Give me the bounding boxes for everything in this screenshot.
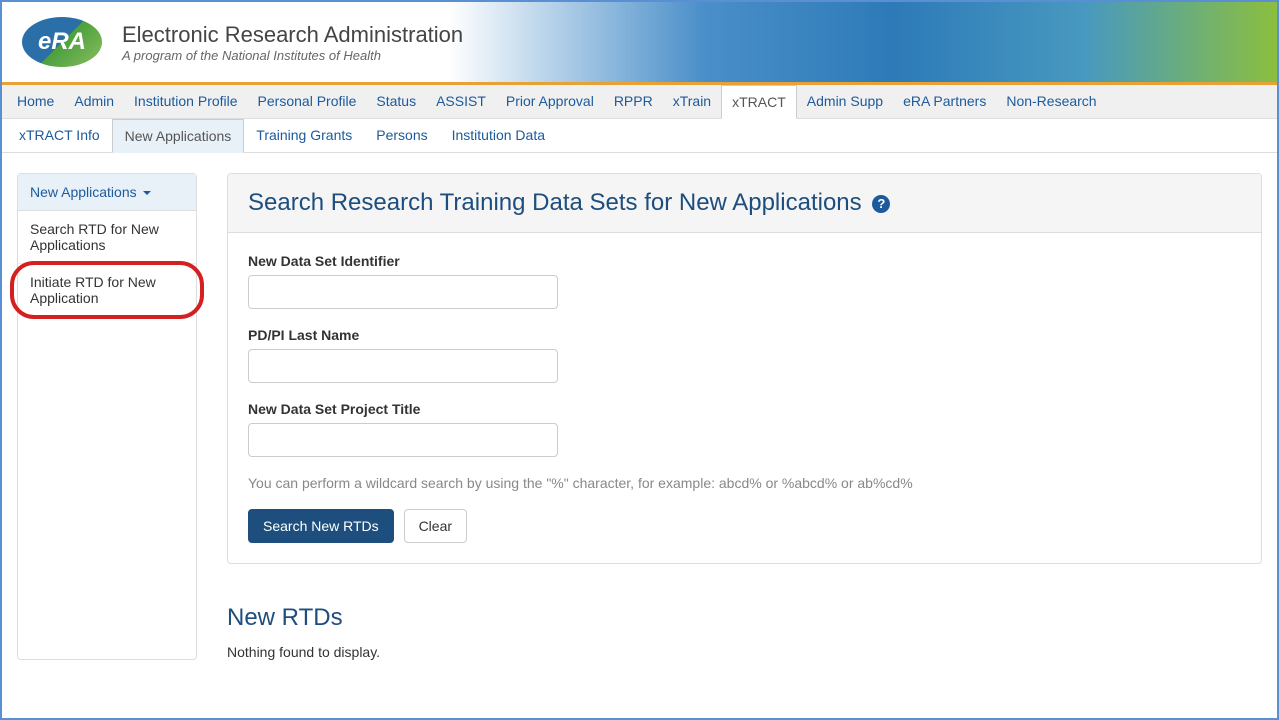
form-group-lastname: PD/PI Last Name [248,327,1241,383]
nav-xtrain[interactable]: xTrain [663,85,721,118]
panel-title: Search Research Training Data Sets for N… [248,189,1241,217]
subnav-training-grants[interactable]: Training Grants [244,119,364,152]
app-header: eRA Electronic Research Administration A… [2,2,1277,82]
nav-prior-approval[interactable]: Prior Approval [496,85,604,118]
nav-admin-supp[interactable]: Admin Supp [797,85,893,118]
nav-rppr[interactable]: RPPR [604,85,663,118]
panel-body: New Data Set Identifier PD/PI Last Name … [228,233,1261,563]
form-group-identifier: New Data Set Identifier [248,253,1241,309]
logo-text: eRA [38,28,86,56]
nav-assist[interactable]: ASSIST [426,85,496,118]
app-title: Electronic Research Administration [122,22,463,48]
nav-secondary: xTRACT Info New Applications Training Gr… [2,119,1277,153]
sidebar-item-search-rtd[interactable]: Search RTD for New Applications [18,211,196,264]
results-empty: Nothing found to display. [227,644,1262,660]
nav-primary: Home Admin Institution Profile Personal … [2,85,1277,119]
title-input[interactable] [248,423,558,457]
help-icon[interactable]: ? [872,195,890,213]
sidebar-dropdown[interactable]: New Applications [18,174,196,211]
nav-xtract[interactable]: xTRACT [721,85,797,119]
panel-title-text: Search Research Training Data Sets for N… [248,189,862,216]
nav-non-research[interactable]: Non-Research [996,85,1106,118]
chevron-down-icon [143,191,151,195]
panel-header: Search Research Training Data Sets for N… [228,174,1261,233]
nav-home[interactable]: Home [7,85,64,118]
search-button[interactable]: Search New RTDs [248,509,394,543]
search-panel: Search Research Training Data Sets for N… [227,173,1262,564]
results-title: New RTDs [227,604,1262,632]
identifier-input[interactable] [248,275,558,309]
era-logo: eRA [22,17,102,67]
sidebar-item-label: Initiate RTD for New Application [30,274,156,306]
identifier-label: New Data Set Identifier [248,253,1241,269]
lastname-input[interactable] [248,349,558,383]
clear-button[interactable]: Clear [404,509,467,543]
subnav-institution-data[interactable]: Institution Data [440,119,557,152]
header-title-block: Electronic Research Administration A pro… [122,22,463,63]
title-label: New Data Set Project Title [248,401,1241,417]
content-area: New Applications Search RTD for New Appl… [2,153,1277,680]
nav-personal-profile[interactable]: Personal Profile [248,85,367,118]
nav-admin[interactable]: Admin [64,85,124,118]
nav-institution-profile[interactable]: Institution Profile [124,85,248,118]
app-subtitle: A program of the National Institutes of … [122,48,463,63]
main-column: Search Research Training Data Sets for N… [227,173,1262,660]
sidebar-header-label: New Applications [30,184,137,200]
lastname-label: PD/PI Last Name [248,327,1241,343]
subnav-new-applications[interactable]: New Applications [112,119,245,153]
sidebar-item-label: Search RTD for New Applications [30,221,159,253]
form-group-title: New Data Set Project Title [248,401,1241,457]
nav-era-partners[interactable]: eRA Partners [893,85,996,118]
sidebar-item-initiate-rtd[interactable]: Initiate RTD for New Application [18,264,196,316]
wildcard-hint: You can perform a wildcard search by usi… [248,475,1241,491]
sidebar: New Applications Search RTD for New Appl… [17,173,197,660]
nav-status[interactable]: Status [366,85,426,118]
subnav-persons[interactable]: Persons [364,119,439,152]
subnav-xtract-info[interactable]: xTRACT Info [7,119,112,152]
